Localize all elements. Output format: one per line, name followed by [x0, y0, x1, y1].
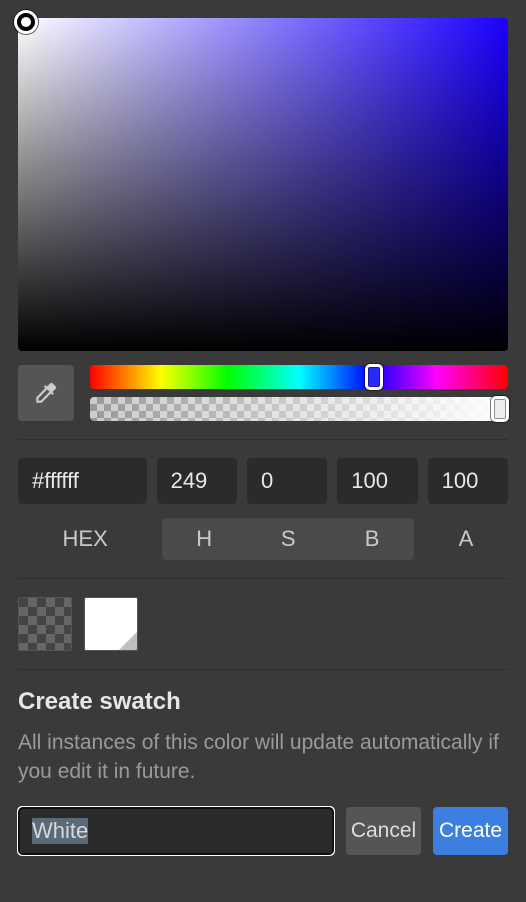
mode-b[interactable]: B — [330, 518, 414, 560]
hue-input[interactable] — [157, 458, 237, 504]
swatch-name-input[interactable] — [18, 807, 334, 855]
hue-slider[interactable] — [90, 365, 508, 389]
eyedropper-icon — [33, 380, 59, 406]
divider — [18, 439, 508, 440]
saturation-input[interactable] — [247, 458, 327, 504]
swatch-current[interactable] — [84, 597, 138, 651]
alpha-label: A — [424, 518, 508, 560]
mode-s[interactable]: S — [246, 518, 330, 560]
create-button[interactable]: Create — [433, 807, 508, 855]
create-swatch-description: All instances of this color will update … — [18, 728, 508, 787]
hue-thumb[interactable] — [365, 364, 383, 390]
color-mode-toggle[interactable]: H S B — [162, 518, 414, 560]
hex-label: HEX — [18, 518, 152, 560]
alpha-thumb[interactable] — [491, 396, 509, 422]
brightness-input[interactable] — [337, 458, 417, 504]
sv-cursor[interactable] — [14, 10, 38, 34]
create-swatch-title: Create swatch — [18, 688, 508, 716]
divider — [18, 669, 508, 670]
cancel-button[interactable]: Cancel — [346, 807, 421, 855]
saturation-value-area[interactable] — [18, 18, 508, 351]
alpha-slider[interactable] — [90, 397, 508, 421]
divider — [18, 578, 508, 579]
eyedropper-button[interactable] — [18, 365, 74, 421]
mode-h[interactable]: H — [162, 518, 246, 560]
alpha-input[interactable] — [428, 458, 508, 504]
swatch-previous[interactable] — [18, 597, 72, 651]
hex-input[interactable] — [18, 458, 147, 504]
